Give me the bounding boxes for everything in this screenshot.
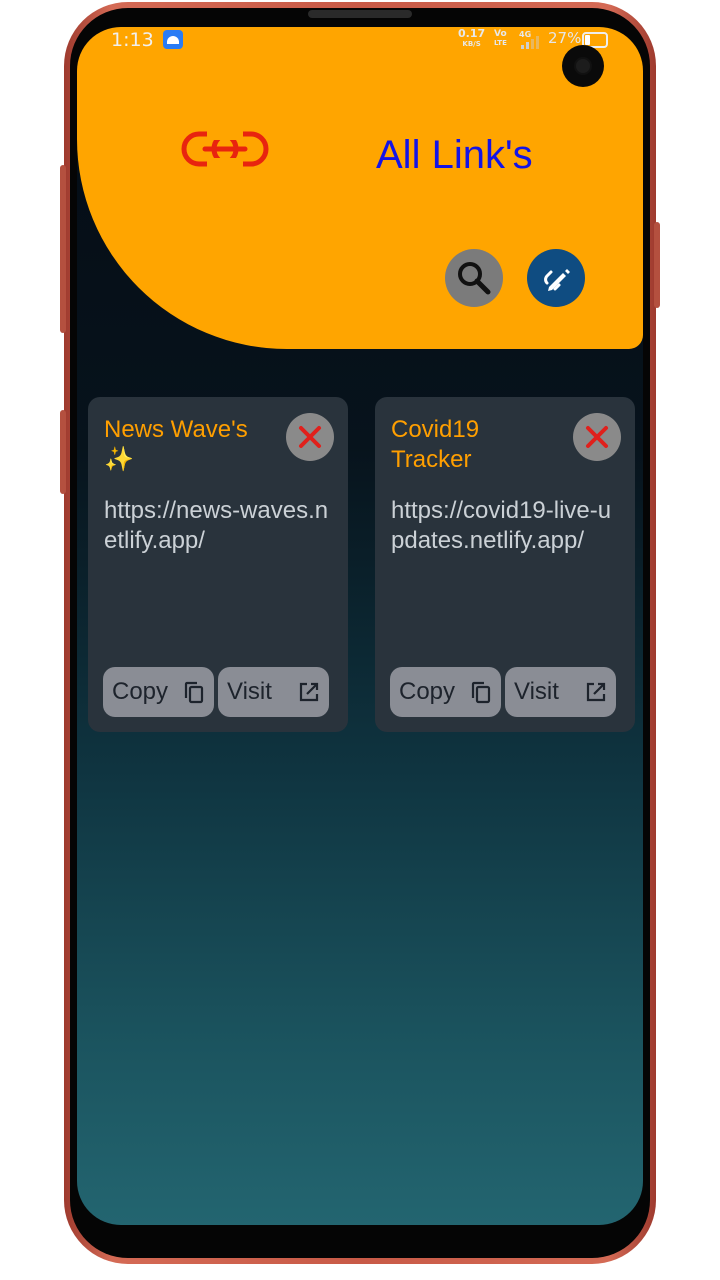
power-button xyxy=(654,222,660,308)
visit-button[interactable]: Visit xyxy=(505,667,616,717)
delete-link-button[interactable] xyxy=(573,413,621,461)
front-camera xyxy=(562,45,604,87)
link-title: News Wave's ✨ xyxy=(104,415,274,475)
battery-percent: 27% xyxy=(548,29,582,47)
delete-link-button[interactable] xyxy=(286,413,334,461)
volte-top: Vo xyxy=(494,29,507,39)
visit-label: Visit xyxy=(514,678,559,705)
link-card: Covid19 Tracker https://covid19-live-upd… xyxy=(375,397,635,732)
link-url: https://news-waves.netlify.app/ xyxy=(104,497,329,554)
status-time: 1:13 xyxy=(111,29,154,51)
link-title-text: Covid19 Tracker xyxy=(391,416,480,473)
status-bar: 1:13 0.17 KB/S Vo LTE 4G 27% xyxy=(77,27,643,57)
add-link-button[interactable] xyxy=(527,249,585,307)
signal-type: 4G xyxy=(519,30,532,39)
open-in-new-icon xyxy=(586,682,606,702)
visit-label: Visit xyxy=(227,678,272,705)
earpiece xyxy=(308,10,412,18)
link-title-text: News Wave's xyxy=(104,416,248,443)
app-header: All Link's xyxy=(77,27,643,349)
link-card: News Wave's ✨ https://news-waves.netlify… xyxy=(88,397,348,732)
copy-button[interactable]: Copy xyxy=(103,667,214,717)
page-title: All Link's xyxy=(376,133,533,177)
network-speed-value: 0.17 xyxy=(458,27,486,40)
copy-icon xyxy=(184,681,204,704)
visit-button[interactable]: Visit xyxy=(218,667,329,717)
copy-label: Copy xyxy=(112,678,169,705)
app-screen: All Link's 1:13 0.17 KB/S Vo LTE 4G 27% … xyxy=(77,27,643,1225)
link-icon xyxy=(181,129,269,177)
sparkles-emoji: ✨ xyxy=(104,446,134,473)
search-button[interactable] xyxy=(445,249,503,307)
network-speed-unit: KB/S xyxy=(462,40,481,48)
bixby-button xyxy=(60,410,66,494)
network-speed: 0.17 KB/S xyxy=(458,27,486,49)
volte-bottom: LTE xyxy=(494,39,507,47)
link-title: Covid19 Tracker xyxy=(391,415,501,475)
copy-icon xyxy=(471,681,491,704)
close-icon xyxy=(299,426,321,448)
link-url: https://covid19-live-updates.netlify.app… xyxy=(391,497,612,554)
volume-button xyxy=(60,165,66,333)
edit-link-icon xyxy=(544,269,570,291)
open-in-new-icon xyxy=(299,682,319,702)
copy-button[interactable]: Copy xyxy=(390,667,501,717)
close-icon xyxy=(586,426,608,448)
copy-label: Copy xyxy=(399,678,456,705)
android-notification-icon xyxy=(163,30,183,49)
volte-indicator: Vo LTE xyxy=(494,30,507,48)
search-icon xyxy=(458,262,491,295)
